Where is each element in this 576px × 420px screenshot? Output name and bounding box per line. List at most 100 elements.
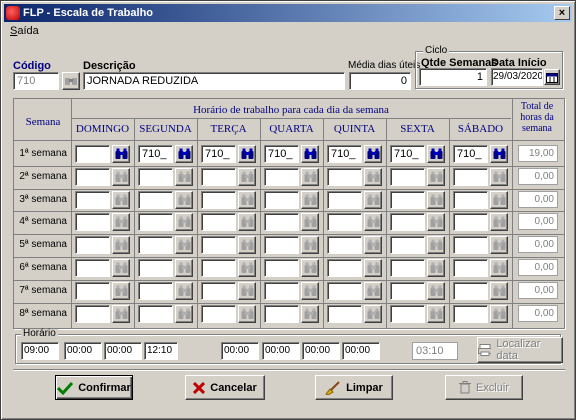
schedule-search-button-w5-0[interactable] bbox=[112, 236, 130, 254]
schedule-search-button-w1-5[interactable] bbox=[427, 145, 445, 163]
schedule-cell-w5-3[interactable] bbox=[264, 236, 299, 254]
schedule-cell-w3-5[interactable] bbox=[390, 191, 425, 209]
schedule-cell-w1-2[interactable]: 710_ bbox=[201, 145, 236, 163]
schedule-cell-w5-1[interactable] bbox=[138, 236, 173, 254]
schedule-cell-w8-4[interactable] bbox=[327, 305, 362, 323]
schedule-cell-w5-6[interactable] bbox=[453, 236, 488, 254]
schedule-search-button-w7-0[interactable] bbox=[112, 282, 130, 300]
excluir-button[interactable]: Excluir bbox=[445, 375, 523, 400]
schedule-cell-w8-0[interactable] bbox=[75, 305, 110, 323]
schedule-cell-w1-6[interactable]: 710_ bbox=[453, 145, 488, 163]
schedule-cell-w3-4[interactable] bbox=[327, 191, 362, 209]
schedule-cell-w2-4[interactable] bbox=[327, 168, 362, 186]
schedule-search-button-w8-4[interactable] bbox=[364, 305, 382, 323]
schedule-search-button-w3-4[interactable] bbox=[364, 191, 382, 209]
schedule-cell-w1-1[interactable]: 710_ bbox=[138, 145, 173, 163]
schedule-search-button-w6-0[interactable] bbox=[112, 259, 130, 277]
schedule-cell-w4-4[interactable] bbox=[327, 213, 362, 231]
cancelar-button[interactable]: Cancelar bbox=[185, 375, 265, 400]
schedule-cell-w5-0[interactable] bbox=[75, 236, 110, 254]
schedule-cell-w7-5[interactable] bbox=[390, 282, 425, 300]
schedule-search-button-w5-5[interactable] bbox=[427, 236, 445, 254]
schedule-cell-w6-6[interactable] bbox=[453, 259, 488, 277]
schedule-cell-w8-3[interactable] bbox=[264, 305, 299, 323]
schedule-cell-w3-1[interactable] bbox=[138, 191, 173, 209]
schedule-cell-w3-3[interactable] bbox=[264, 191, 299, 209]
schedule-search-button-w5-3[interactable] bbox=[301, 236, 319, 254]
schedule-cell-w6-2[interactable] bbox=[201, 259, 236, 277]
schedule-cell-w1-0[interactable] bbox=[75, 145, 110, 163]
schedule-search-button-w6-3[interactable] bbox=[301, 259, 319, 277]
limpar-button[interactable]: Limpar bbox=[315, 375, 393, 400]
schedule-search-button-w6-4[interactable] bbox=[364, 259, 382, 277]
schedule-search-button-w1-0[interactable] bbox=[112, 145, 130, 163]
horario-time-5[interactable]: 00:00 bbox=[262, 342, 300, 360]
schedule-search-button-w1-1[interactable] bbox=[175, 145, 193, 163]
schedule-search-button-w3-6[interactable] bbox=[490, 191, 508, 209]
schedule-search-button-w2-0[interactable] bbox=[112, 168, 130, 186]
close-button[interactable]: × bbox=[554, 6, 570, 20]
schedule-cell-w7-3[interactable] bbox=[264, 282, 299, 300]
schedule-search-button-w4-4[interactable] bbox=[364, 213, 382, 231]
schedule-cell-w4-1[interactable] bbox=[138, 213, 173, 231]
schedule-cell-w4-3[interactable] bbox=[264, 213, 299, 231]
schedule-cell-w8-6[interactable] bbox=[453, 305, 488, 323]
schedule-cell-w5-4[interactable] bbox=[327, 236, 362, 254]
schedule-cell-w1-4[interactable]: 710_ bbox=[327, 145, 362, 163]
schedule-cell-w7-4[interactable] bbox=[327, 282, 362, 300]
media-field[interactable]: 0 bbox=[349, 72, 411, 90]
schedule-cell-w8-2[interactable] bbox=[201, 305, 236, 323]
schedule-cell-w2-1[interactable] bbox=[138, 168, 173, 186]
schedule-search-button-w4-6[interactable] bbox=[490, 213, 508, 231]
schedule-search-button-w7-5[interactable] bbox=[427, 282, 445, 300]
schedule-search-button-w1-3[interactable] bbox=[301, 145, 319, 163]
schedule-search-button-w3-5[interactable] bbox=[427, 191, 445, 209]
schedule-search-button-w6-6[interactable] bbox=[490, 259, 508, 277]
schedule-search-button-w3-3[interactable] bbox=[301, 191, 319, 209]
schedule-cell-w3-0[interactable] bbox=[75, 191, 110, 209]
schedule-search-button-w6-2[interactable] bbox=[238, 259, 256, 277]
schedule-search-button-w3-0[interactable] bbox=[112, 191, 130, 209]
schedule-cell-w2-5[interactable] bbox=[390, 168, 425, 186]
schedule-search-button-w4-5[interactable] bbox=[427, 213, 445, 231]
schedule-cell-w2-0[interactable] bbox=[75, 168, 110, 186]
calendar-button[interactable] bbox=[544, 69, 560, 85]
schedule-cell-w2-3[interactable] bbox=[264, 168, 299, 186]
schedule-cell-w4-0[interactable] bbox=[75, 213, 110, 231]
menu-item-saida[interactable]: Saída bbox=[10, 25, 39, 37]
schedule-cell-w4-5[interactable] bbox=[390, 213, 425, 231]
schedule-cell-w1-3[interactable]: 710_ bbox=[264, 145, 299, 163]
schedule-cell-w6-0[interactable] bbox=[75, 259, 110, 277]
horario-time-6[interactable]: 00:00 bbox=[302, 342, 340, 360]
schedule-search-button-w8-5[interactable] bbox=[427, 305, 445, 323]
schedule-search-button-w2-1[interactable] bbox=[175, 168, 193, 186]
schedule-search-button-w1-4[interactable] bbox=[364, 145, 382, 163]
data-inicio-field[interactable]: 29/03/2020 bbox=[491, 68, 543, 86]
schedule-search-button-w4-3[interactable] bbox=[301, 213, 319, 231]
schedule-search-button-w8-6[interactable] bbox=[490, 305, 508, 323]
horario-time-3[interactable]: 12:10 bbox=[144, 342, 178, 360]
codigo-search-button[interactable] bbox=[62, 72, 80, 90]
schedule-cell-w5-2[interactable] bbox=[201, 236, 236, 254]
schedule-cell-w6-5[interactable] bbox=[390, 259, 425, 277]
schedule-cell-w7-0[interactable] bbox=[75, 282, 110, 300]
schedule-cell-w3-2[interactable] bbox=[201, 191, 236, 209]
schedule-search-button-w7-2[interactable] bbox=[238, 282, 256, 300]
schedule-search-button-w5-1[interactable] bbox=[175, 236, 193, 254]
schedule-search-button-w4-2[interactable] bbox=[238, 213, 256, 231]
schedule-search-button-w4-1[interactable] bbox=[175, 213, 193, 231]
schedule-search-button-w2-6[interactable] bbox=[490, 168, 508, 186]
schedule-search-button-w7-4[interactable] bbox=[364, 282, 382, 300]
horario-time-2[interactable]: 00:00 bbox=[104, 342, 142, 360]
localizar-data-button[interactable]: Localizar data bbox=[477, 337, 563, 363]
schedule-search-button-w5-4[interactable] bbox=[364, 236, 382, 254]
schedule-search-button-w5-2[interactable] bbox=[238, 236, 256, 254]
schedule-cell-w4-6[interactable] bbox=[453, 213, 488, 231]
schedule-search-button-w8-0[interactable] bbox=[112, 305, 130, 323]
schedule-search-button-w5-6[interactable] bbox=[490, 236, 508, 254]
horario-time-1[interactable]: 00:00 bbox=[64, 342, 102, 360]
schedule-cell-w7-1[interactable] bbox=[138, 282, 173, 300]
schedule-search-button-w1-2[interactable] bbox=[238, 145, 256, 163]
schedule-search-button-w7-6[interactable] bbox=[490, 282, 508, 300]
schedule-cell-w8-5[interactable] bbox=[390, 305, 425, 323]
